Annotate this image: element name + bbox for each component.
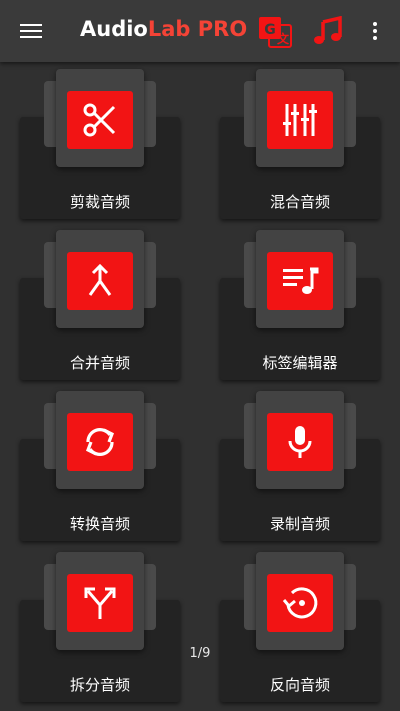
tile-mix-audio[interactable]: 混合音频	[220, 69, 380, 219]
tile-label: 剪裁音频	[69, 193, 130, 211]
tile-record-audio[interactable]: 录制音频	[220, 391, 380, 541]
app-bar: AudioLab PRO G 文	[0, 0, 400, 62]
tile-label: 混合音频	[269, 193, 330, 211]
app-title: AudioLab PRO	[80, 17, 247, 41]
split-arrow-icon	[84, 587, 116, 619]
tile-label: 反向音频	[269, 676, 330, 694]
page-indicator: 1/9	[189, 646, 211, 661]
restore-icon	[282, 587, 318, 619]
sync-icon	[85, 428, 115, 456]
merge-arrow-icon	[88, 263, 112, 296]
tile-label: 标签编辑器	[262, 354, 338, 372]
scissors-icon	[83, 103, 116, 137]
translate-icon[interactable]: G 文	[258, 15, 292, 49]
tile-split-audio[interactable]: 拆分音频	[20, 552, 180, 702]
music-note-icon[interactable]	[313, 15, 343, 46]
tile-merge-audio[interactable]: 合并音频	[20, 230, 180, 380]
tile-tag-editor[interactable]: 标签编辑器	[220, 230, 380, 380]
tile-label: 拆分音频	[69, 676, 130, 694]
playlist-music-icon	[283, 267, 319, 294]
hamburger-menu-icon[interactable]	[18, 20, 44, 42]
tile-convert-audio[interactable]: 转换音频	[20, 391, 180, 541]
tile-trim-audio[interactable]: 剪裁音频	[20, 69, 180, 219]
microphone-icon	[288, 426, 312, 458]
svg-text:文: 文	[277, 31, 290, 46]
tile-label: 录制音频	[269, 515, 330, 533]
tile-reverse-audio[interactable]: 反向音频	[220, 552, 380, 702]
tile-label: 转换音频	[69, 515, 130, 533]
equalizer-sliders-icon	[283, 104, 317, 136]
tile-label: 合并音频	[69, 354, 130, 372]
svg-text:G: G	[264, 22, 276, 38]
app-title-part2: Lab PRO	[147, 17, 248, 41]
more-vertical-icon[interactable]	[366, 20, 384, 42]
app-title-part1: Audio	[80, 17, 148, 41]
